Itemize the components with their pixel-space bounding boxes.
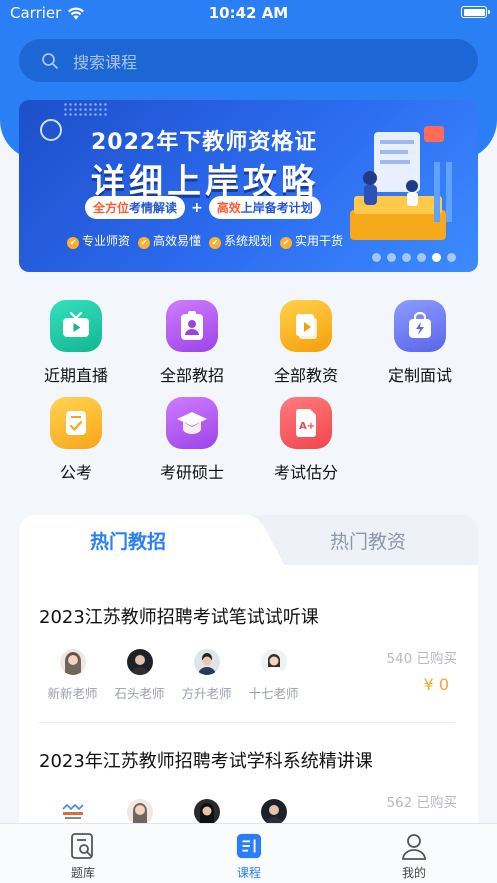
category-all-recruit[interactable]: 全部教招 bbox=[142, 300, 242, 390]
category-label: 全部教资 bbox=[273, 366, 338, 385]
banner-feature: 高效易懂 bbox=[138, 232, 201, 249]
avatar bbox=[193, 649, 220, 675]
tab-hot-cert[interactable]: 热门教资 bbox=[258, 515, 478, 565]
graduation-cap-icon bbox=[166, 397, 218, 449]
avatar bbox=[260, 799, 287, 825]
banner-features: 专业师资 高效易懂 系统规划 实用干货 bbox=[67, 232, 343, 249]
search-placeholder: 搜索课程 bbox=[73, 52, 138, 72]
category-label: 考试估分 bbox=[273, 463, 338, 482]
category-label: 考研硕士 bbox=[159, 463, 224, 482]
purchase-count: 540 已购买 bbox=[386, 651, 457, 667]
category-custom-interview[interactable]: 定制面试 bbox=[370, 300, 470, 390]
course-title: 2023江苏教师招聘考试笔试试听课 bbox=[39, 607, 319, 628]
courses-icon bbox=[236, 832, 262, 860]
tab-hot-recruit[interactable]: 热门教招 bbox=[19, 515, 249, 565]
teacher-list: 新新老师 石头老师 方升老师 十七老师 bbox=[39, 649, 307, 702]
banner-feature: 系统规划 bbox=[209, 232, 272, 249]
hot-courses-card: 热门教资 热门教招 2023江苏教师招聘考试笔试试听课 新新老师 石头老师 方升… bbox=[19, 515, 478, 835]
tab-label: 课程 bbox=[236, 866, 261, 880]
banner-tag-1: 全方位考情解读 bbox=[85, 196, 186, 219]
banner-pager bbox=[372, 253, 456, 262]
play-book-icon bbox=[280, 300, 332, 352]
teacher-name: 十七老师 bbox=[248, 686, 299, 701]
teacher-name: 方升老师 bbox=[181, 686, 232, 701]
teacher-list bbox=[39, 799, 307, 825]
teacher: 石头老师 bbox=[106, 649, 173, 702]
course-title: 2023年江苏教师招聘考试学科系统精讲课 bbox=[39, 751, 373, 772]
question-bank-icon bbox=[70, 832, 96, 860]
teacher bbox=[39, 799, 106, 825]
pager-dot[interactable] bbox=[447, 253, 456, 262]
divider bbox=[39, 722, 455, 723]
ring-decoration bbox=[40, 119, 62, 141]
avatar bbox=[126, 649, 153, 675]
bottom-tab-bar: 题库 课程 我的 bbox=[0, 823, 497, 883]
pager-dot[interactable] bbox=[387, 253, 396, 262]
purchase-count: 562 已购买 bbox=[386, 795, 457, 811]
avatar bbox=[260, 649, 287, 675]
banner-tags: 全方位考情解读 + 高效上岸备考计划 bbox=[85, 196, 321, 219]
search-input[interactable]: 搜索课程 bbox=[19, 39, 478, 82]
course-price: ¥ 0 bbox=[423, 675, 449, 694]
category-postgrad[interactable]: 考研硕士 bbox=[142, 397, 242, 487]
banner-feature: 专业师资 bbox=[67, 232, 130, 249]
category-label: 近期直播 bbox=[43, 366, 108, 385]
teacher bbox=[106, 799, 173, 825]
id-badge-icon bbox=[166, 300, 218, 352]
status-time: 10:42 AM bbox=[208, 4, 289, 22]
status-bar: Carrier 10:42 AM bbox=[0, 0, 497, 26]
a-plus-doc-icon: A+ bbox=[280, 397, 332, 449]
battery-icon bbox=[461, 6, 490, 18]
dots-decoration bbox=[63, 102, 109, 116]
bag-lightning-icon bbox=[394, 300, 446, 352]
course-item[interactable]: 2023江苏教师招聘考试笔试试听课 新新老师 石头老师 方升老师 十七老师 54… bbox=[39, 603, 459, 723]
study-illustration-icon bbox=[350, 126, 452, 240]
teacher bbox=[173, 799, 240, 825]
tab-profile[interactable]: 我的 bbox=[374, 832, 454, 881]
teacher: 方升老师 bbox=[173, 649, 240, 702]
pager-dot[interactable] bbox=[372, 253, 381, 262]
pager-dot[interactable] bbox=[402, 253, 411, 262]
user-icon bbox=[401, 832, 427, 860]
teacher: 十七老师 bbox=[240, 649, 307, 702]
category-live[interactable]: 近期直播 bbox=[26, 300, 126, 390]
category-label: 全部教招 bbox=[159, 366, 224, 385]
avatar bbox=[193, 799, 220, 825]
svg-text:A+: A+ bbox=[299, 421, 315, 432]
banner-tag-2: 高效上岸备考计划 bbox=[208, 196, 321, 219]
category-score-estimate[interactable]: A+ 考试估分 bbox=[256, 397, 356, 487]
checklist-icon bbox=[50, 397, 102, 449]
banner-feature: 实用干货 bbox=[280, 232, 343, 249]
teacher: 新新老师 bbox=[39, 649, 106, 702]
tab-label: 我的 bbox=[401, 866, 426, 880]
course-tabs: 热门教资 热门教招 bbox=[19, 515, 478, 565]
promo-banner[interactable]: 2022年下教师资格证 详细上岸攻略 全方位考情解读 + 高效上岸备考计划 专业… bbox=[19, 100, 478, 272]
tab-courses[interactable]: 课程 bbox=[209, 832, 289, 881]
teacher-name: 石头老师 bbox=[114, 686, 165, 701]
category-grid: 近期直播 全部教招 全部教资 定制面试 公考 考研硕士 A+ 考试估分 bbox=[19, 286, 478, 494]
avatar bbox=[59, 649, 86, 675]
teacher bbox=[240, 799, 307, 825]
banner-title: 2022年下教师资格证 bbox=[91, 130, 318, 155]
tv-icon bbox=[50, 300, 102, 352]
plus-sign: + bbox=[191, 199, 203, 216]
avatar bbox=[126, 799, 153, 825]
tab-question-bank[interactable]: 题库 bbox=[43, 832, 123, 881]
teacher-name: 新新老师 bbox=[47, 686, 98, 701]
course-item[interactable]: 2023年江苏教师招聘考试学科系统精讲课 562 已购买 bbox=[39, 747, 459, 835]
category-label: 定制面试 bbox=[387, 366, 452, 385]
pager-dot[interactable] bbox=[417, 253, 426, 262]
category-civil-exam[interactable]: 公考 bbox=[26, 397, 126, 487]
tab-label: 题库 bbox=[70, 866, 95, 880]
category-all-cert[interactable]: 全部教资 bbox=[256, 300, 356, 390]
category-label: 公考 bbox=[59, 463, 92, 482]
search-icon bbox=[42, 52, 58, 69]
logo-avatar bbox=[59, 799, 86, 825]
pager-dot[interactable] bbox=[432, 253, 441, 262]
